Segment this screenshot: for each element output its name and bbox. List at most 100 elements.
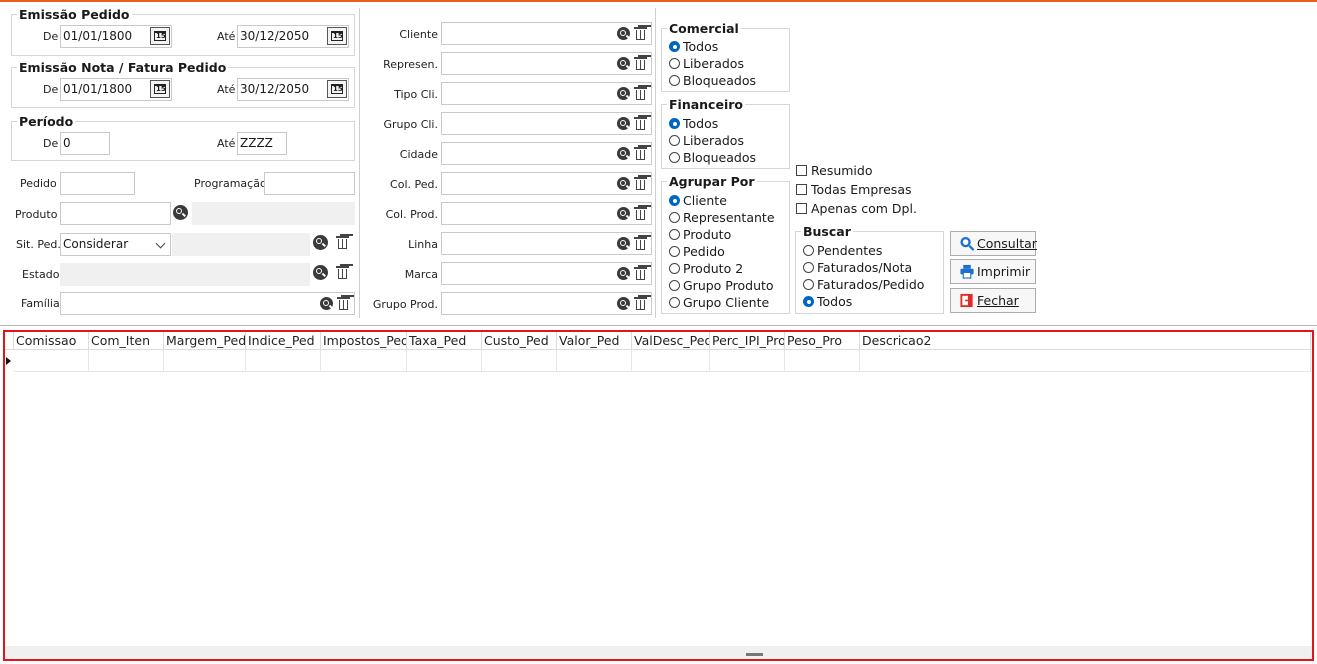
column-header[interactable]: Comissao bbox=[14, 332, 89, 350]
trash-icon[interactable] bbox=[634, 236, 648, 251]
calendar-icon[interactable] bbox=[327, 80, 347, 98]
pedido-input[interactable] bbox=[60, 172, 135, 195]
agrupar-radio-option[interactable]: Pedido bbox=[669, 244, 725, 259]
radio-button-icon[interactable] bbox=[803, 245, 814, 256]
programacao-input[interactable] bbox=[264, 172, 355, 195]
search-icon[interactable] bbox=[617, 177, 630, 190]
trash-icon[interactable] bbox=[336, 235, 350, 250]
column-header[interactable]: Impostos_Ped bbox=[321, 332, 407, 350]
periodo-ate-input[interactable]: ZZZZ bbox=[237, 132, 287, 155]
search-icon[interactable] bbox=[617, 87, 630, 100]
radio-button-icon[interactable] bbox=[669, 263, 680, 274]
comercial-radio-option[interactable]: Todos bbox=[669, 39, 718, 54]
grid-cell[interactable] bbox=[89, 350, 164, 372]
search-icon[interactable] bbox=[617, 57, 630, 70]
agrupar-radio-option[interactable]: Produto bbox=[669, 227, 731, 242]
search-icon[interactable] bbox=[313, 265, 328, 280]
agrupar-radio-option[interactable]: Produto 2 bbox=[669, 261, 743, 276]
radio-button-icon[interactable] bbox=[669, 212, 680, 223]
buscar-radio-option[interactable]: Pendentes bbox=[803, 243, 882, 258]
checkbox-icon[interactable] bbox=[796, 165, 807, 176]
comercial-radio-option[interactable]: Liberados bbox=[669, 56, 744, 71]
grid-cell[interactable] bbox=[164, 350, 246, 372]
search-icon[interactable] bbox=[617, 267, 630, 280]
column-header[interactable]: Custo_Ped bbox=[482, 332, 557, 350]
familia-input[interactable] bbox=[60, 292, 355, 315]
imprimir-button[interactable]: Imprimir bbox=[950, 259, 1036, 284]
grid-cell[interactable] bbox=[557, 350, 632, 372]
consultar-button[interactable]: Consultar bbox=[950, 231, 1037, 256]
agrupar-radio-option[interactable]: Grupo Cliente bbox=[669, 295, 769, 310]
radio-button-icon[interactable] bbox=[669, 195, 680, 206]
trash-icon[interactable] bbox=[634, 56, 648, 71]
financeiro-radio-option[interactable]: Bloqueados bbox=[669, 150, 756, 165]
column-header[interactable]: ValDesc_Ped bbox=[632, 332, 710, 350]
trash-icon[interactable] bbox=[634, 176, 648, 191]
trash-icon[interactable] bbox=[634, 146, 648, 161]
column-header[interactable]: Valor_Ped bbox=[557, 332, 632, 350]
column-header[interactable]: Taxa_Ped bbox=[407, 332, 482, 350]
estado-field[interactable] bbox=[60, 263, 310, 286]
calendar-icon[interactable] bbox=[150, 80, 170, 98]
grid-cell[interactable] bbox=[246, 350, 321, 372]
horizontal-scrollbar[interactable] bbox=[5, 646, 1312, 659]
agrupar-radio-option[interactable]: Grupo Produto bbox=[669, 278, 774, 293]
column-header[interactable]: Indice_Ped bbox=[246, 332, 321, 350]
radio-button-icon[interactable] bbox=[669, 118, 680, 129]
trash-icon[interactable] bbox=[336, 265, 350, 280]
financeiro-radio-option[interactable]: Liberados bbox=[669, 133, 744, 148]
radio-button-icon[interactable] bbox=[669, 58, 680, 69]
radio-button-icon[interactable] bbox=[669, 75, 680, 86]
search-icon[interactable] bbox=[617, 207, 630, 220]
checkbox-icon[interactable] bbox=[796, 184, 807, 195]
radio-button-icon[interactable] bbox=[669, 280, 680, 291]
grid-cell[interactable] bbox=[321, 350, 407, 372]
search-icon[interactable] bbox=[320, 297, 333, 310]
search-icon[interactable] bbox=[617, 297, 630, 310]
search-icon[interactable] bbox=[617, 147, 630, 160]
sit-ped-select[interactable]: Considerar bbox=[60, 233, 171, 256]
calendar-icon[interactable] bbox=[150, 27, 170, 45]
grid-cell[interactable] bbox=[710, 350, 785, 372]
buscar-radio-option[interactable]: Todos bbox=[803, 294, 852, 309]
grid-cell[interactable] bbox=[407, 350, 482, 372]
trash-icon[interactable] bbox=[634, 86, 648, 101]
radio-button-icon[interactable] bbox=[669, 229, 680, 240]
column-header[interactable]: Peso_Pro bbox=[785, 332, 860, 350]
trash-icon[interactable] bbox=[634, 116, 648, 131]
search-icon[interactable] bbox=[173, 205, 188, 220]
radio-button-icon[interactable] bbox=[803, 296, 814, 307]
column-header[interactable]: Margem_Ped bbox=[164, 332, 246, 350]
financeiro-radio-option[interactable]: Todos bbox=[669, 116, 718, 131]
column-header[interactable]: Perc_IPI_Pro bbox=[710, 332, 785, 350]
grid-cell[interactable] bbox=[860, 350, 1311, 372]
trash-icon[interactable] bbox=[634, 296, 648, 311]
checkbox-icon[interactable] bbox=[796, 203, 807, 214]
option-checkbox[interactable]: Todas Empresas bbox=[796, 182, 912, 197]
radio-button-icon[interactable] bbox=[669, 152, 680, 163]
search-icon[interactable] bbox=[617, 237, 630, 250]
option-checkbox[interactable]: Resumido bbox=[796, 163, 872, 178]
column-header[interactable]: Com_Iten bbox=[89, 332, 164, 350]
trash-icon[interactable] bbox=[634, 266, 648, 281]
grid-cell[interactable] bbox=[14, 350, 89, 372]
radio-button-icon[interactable] bbox=[803, 279, 814, 290]
search-icon[interactable] bbox=[617, 27, 630, 40]
search-icon[interactable] bbox=[313, 235, 328, 250]
trash-icon[interactable] bbox=[634, 26, 648, 41]
agrupar-radio-option[interactable]: Cliente bbox=[669, 193, 727, 208]
trash-icon[interactable] bbox=[337, 296, 351, 311]
grid-cell[interactable] bbox=[785, 350, 860, 372]
buscar-radio-option[interactable]: Faturados/Nota bbox=[803, 260, 912, 275]
radio-button-icon[interactable] bbox=[669, 135, 680, 146]
search-icon[interactable] bbox=[617, 117, 630, 130]
comercial-radio-option[interactable]: Bloqueados bbox=[669, 73, 756, 88]
fechar-button[interactable]: Fechar bbox=[950, 288, 1036, 313]
periodo-de-input[interactable]: 0 bbox=[60, 132, 110, 155]
calendar-icon[interactable] bbox=[327, 27, 347, 45]
option-checkbox[interactable]: Apenas com Dpl. bbox=[796, 201, 917, 216]
scrollbar-grip[interactable] bbox=[746, 653, 763, 656]
grid-cell[interactable] bbox=[632, 350, 710, 372]
radio-button-icon[interactable] bbox=[669, 41, 680, 52]
produto-input[interactable] bbox=[60, 202, 171, 225]
